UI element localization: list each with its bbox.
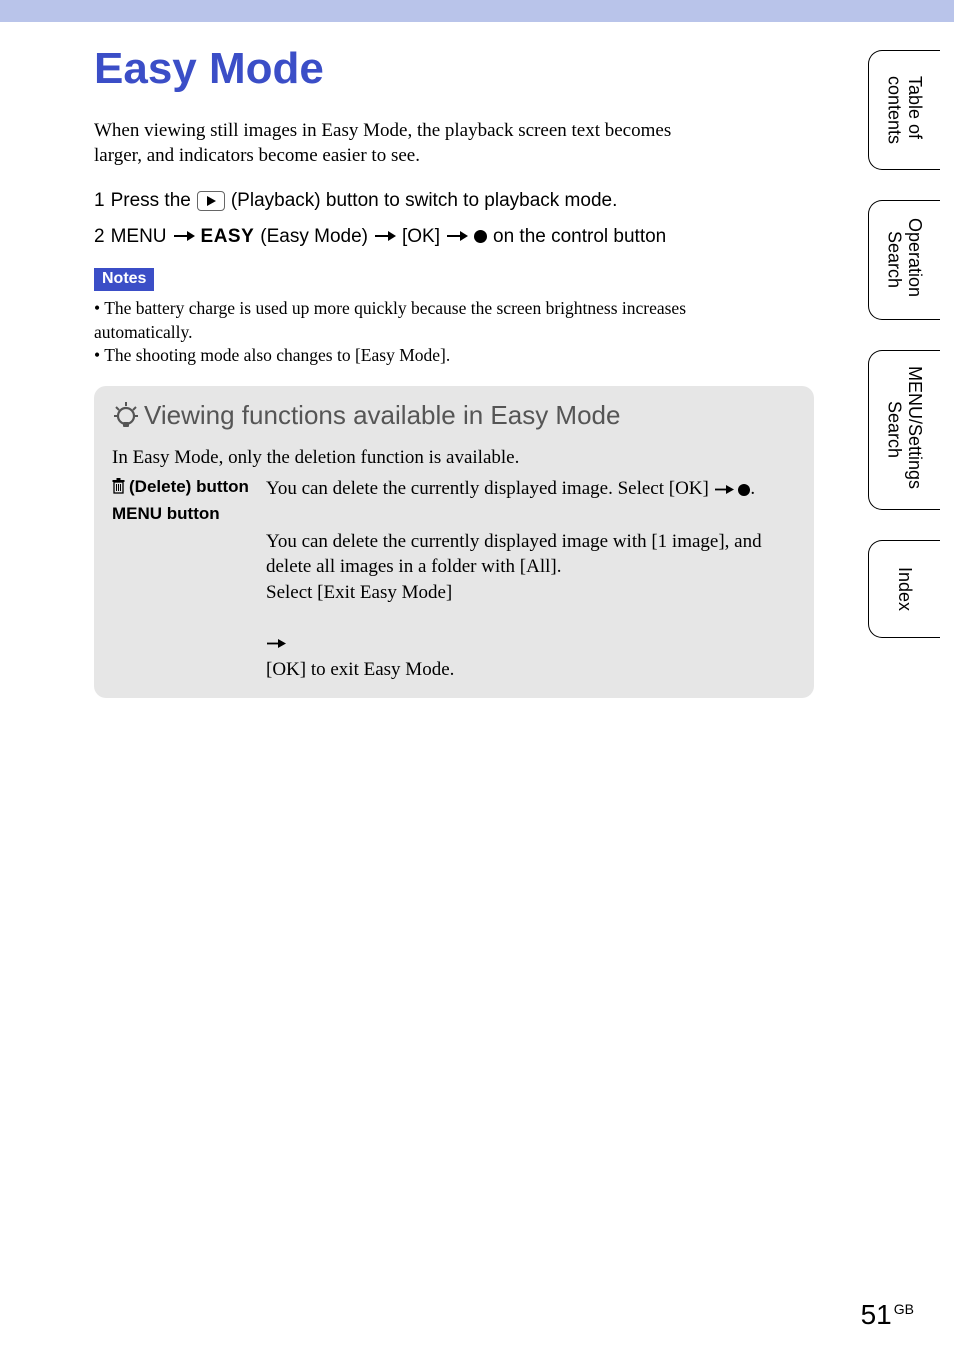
step-text: [OK]	[402, 222, 440, 252]
page-number: 51	[861, 1299, 892, 1331]
page-language: GB	[894, 1301, 914, 1317]
hint-icon	[112, 400, 140, 430]
note-item: The battery charge is used up more quick…	[94, 297, 720, 344]
arrow-right-icon	[714, 477, 734, 503]
intro-paragraph: When viewing still images in Easy Mode, …	[94, 118, 720, 168]
arrow-right-icon	[374, 222, 396, 252]
arrow-right-icon	[446, 222, 468, 252]
step-2: 2 MENU EASY (Easy Mode) [OK] on the cont…	[94, 222, 720, 252]
step-1: 1 Press the (Playback) button to switch …	[94, 186, 720, 216]
step-text: (Playback) button to switch to playback …	[231, 186, 618, 216]
step-text: MENU	[111, 222, 167, 252]
tip-row-menu: MENU button You can delete the currently…	[112, 503, 796, 682]
tip-label-text: MENU button	[112, 503, 220, 526]
tab-menu-settings-search[interactable]: MENU/Settings Search	[868, 350, 940, 510]
center-button-icon	[738, 484, 750, 496]
trash-icon	[112, 476, 125, 499]
arrow-right-icon	[173, 222, 195, 252]
tip-intro: In Easy Mode, only the deletion function…	[112, 445, 796, 471]
tip-label-text: (Delete) button	[129, 476, 249, 499]
tip-description: You can delete the currently displayed i…	[266, 503, 796, 682]
tip-panel: Viewing functions available in Easy Mode…	[94, 386, 814, 699]
tab-operation-search[interactable]: Operation Search	[868, 200, 940, 320]
tip-description: You can delete the currently displayed i…	[266, 476, 796, 502]
tip-label: MENU button	[112, 503, 252, 682]
tab-index[interactable]: Index	[868, 540, 940, 638]
tab-table-of-contents[interactable]: Table of contents	[868, 50, 940, 170]
arrow-right-icon	[266, 605, 286, 656]
easy-mode-icon-label: EASY	[201, 222, 255, 252]
notes-list: The battery charge is used up more quick…	[94, 297, 720, 368]
center-button-icon	[474, 230, 487, 243]
step-number: 1	[94, 186, 105, 216]
side-navigation-tabs: Table of contents Operation Search MENU/…	[868, 50, 940, 638]
page-title: Easy Mode	[94, 44, 720, 94]
step-text: (Easy Mode)	[260, 222, 368, 252]
notes-heading: Notes	[94, 268, 154, 291]
step-text: Press the	[111, 186, 191, 216]
tip-row-delete: (Delete) button You can delete the curre…	[112, 476, 796, 502]
steps-list: 1 Press the (Playback) button to switch …	[94, 186, 720, 252]
playback-icon	[197, 191, 225, 211]
note-item: The shooting mode also changes to [Easy …	[94, 344, 720, 368]
tip-title: Viewing functions available in Easy Mode	[144, 400, 620, 431]
page-footer: 51 GB	[861, 1299, 914, 1331]
step-text: on the control button	[493, 222, 666, 252]
tip-label: (Delete) button	[112, 476, 252, 502]
step-number: 2	[94, 222, 105, 252]
